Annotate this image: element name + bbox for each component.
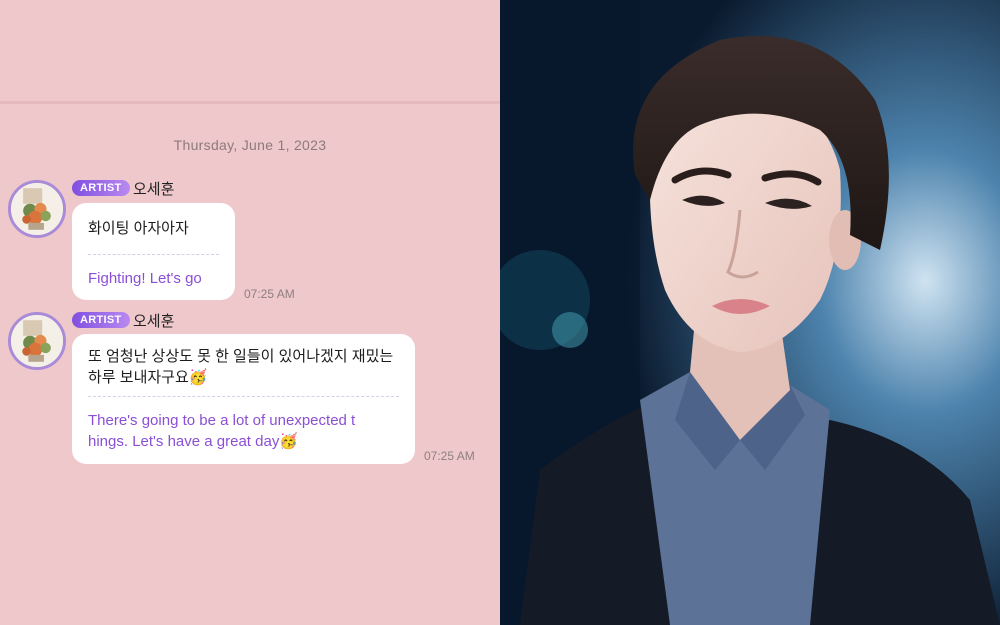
translated-text-line: There's going to be a lot of unexpected … [88,412,356,429]
avatar[interactable] [8,312,66,370]
message-time: 07:25 AM [424,449,475,463]
sender-name: 오세훈 [133,313,175,330]
original-text-line: 또 엄청난 상상도 못 한 일들이 있어나겠지 재밌는 [88,348,394,365]
message-time: 07:25 AM [244,287,295,301]
chat-panel: Thursday, June 1, 2023 ARTIST 오세훈 화이팅 아자… [0,0,500,625]
chat-header-area [0,0,500,104]
translated-text: Fighting! Let's go [88,270,202,287]
portrait-photo [500,0,1000,625]
artist-badge: ARTIST [72,180,130,196]
avatar[interactable] [8,180,66,238]
original-text: 화이팅 아자아자 [88,220,189,237]
translation-divider [88,254,219,255]
message-bubble: 또 엄청난 상상도 못 한 일들이 있어나겠지 재밌는 하루 보내자구요🥳 Th… [72,334,415,464]
artist-badge: ARTIST [72,312,130,328]
translated-text: There's going to be a lot of unexpected … [88,410,408,452]
translation-divider [88,396,399,397]
translated-text-line: hings. Let's have a great day🥳 [88,433,298,450]
date-separator: Thursday, June 1, 2023 [173,137,327,153]
message-2: ARTIST 오세훈 또 엄청난 상상도 못 한 일들이 있어나겠지 재밌는 하… [0,308,500,478]
original-text-line: 하루 보내자구요🥳 [88,369,208,386]
original-text: 또 엄청난 상상도 못 한 일들이 있어나겠지 재밌는 하루 보내자구요🥳 [88,346,408,388]
message-1: ARTIST 오세훈 화이팅 아자아자 Fighting! Let's go 0… [0,176,500,306]
message-bubble: 화이팅 아자아자 Fighting! Let's go [72,203,235,300]
sender-name: 오세훈 [133,181,175,198]
